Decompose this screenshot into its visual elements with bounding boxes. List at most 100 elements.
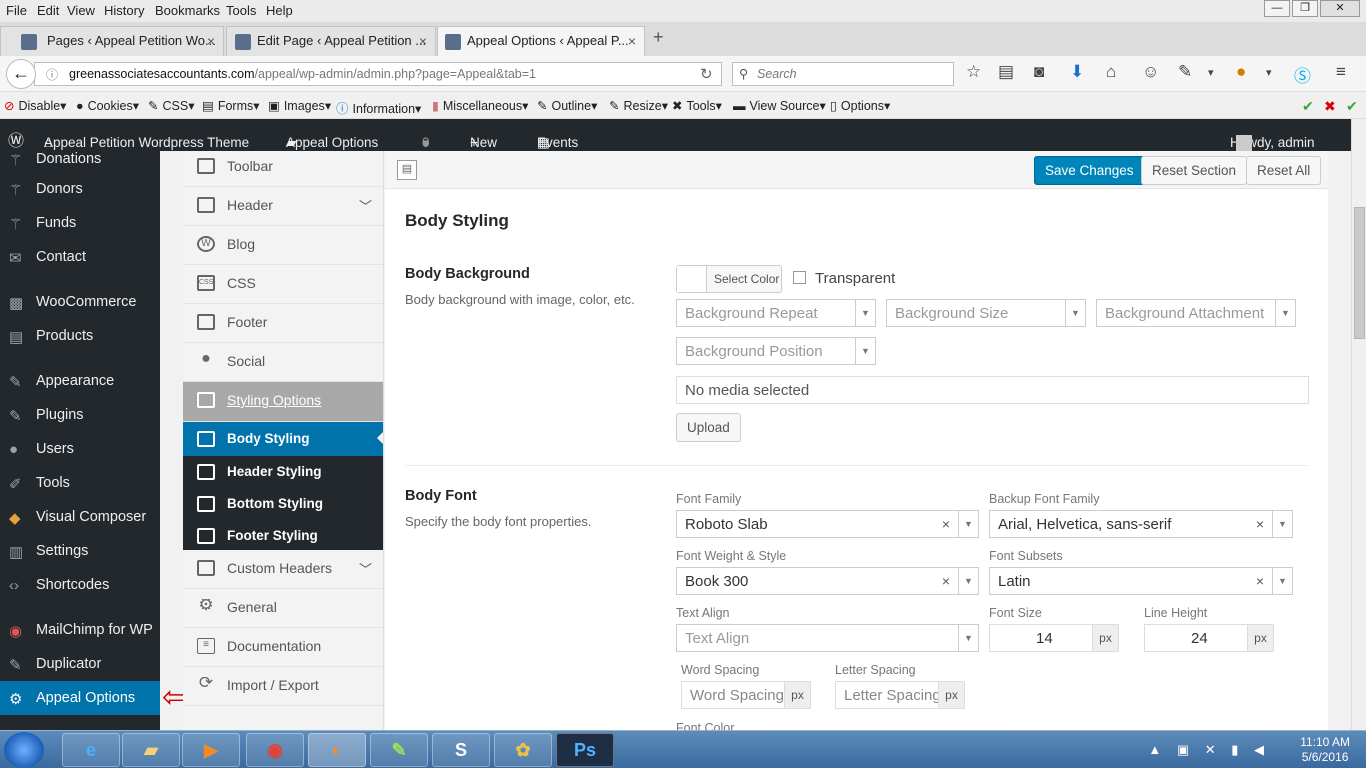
menu-item-mailchimp[interactable]: ◉ MailChimp for WP [0, 613, 160, 647]
font-subsets-select[interactable]: Latin × ▼ [989, 567, 1293, 595]
line-height-input[interactable]: 24 px [1144, 624, 1274, 652]
chat-icon[interactable]: ☺ [1142, 62, 1159, 82]
menu-item-appearance[interactable]: ✎ Appearance [0, 364, 160, 398]
close-window-button[interactable]: ✕ [1320, 0, 1360, 17]
bookmark-star-icon[interactable]: ☆ [966, 62, 981, 82]
menu-item-products[interactable]: ▤ Products [0, 319, 160, 353]
word-spacing-input[interactable]: Word Spacing px [681, 681, 811, 709]
menu-item-visual-composer[interactable]: ◆ Visual Composer [0, 500, 160, 534]
media-url-input[interactable]: No media selected [676, 376, 1309, 404]
letter-spacing-input[interactable]: Letter Spacing px [835, 681, 965, 709]
menu-edit[interactable]: Edit [37, 3, 59, 18]
scrollbar-thumb[interactable] [1354, 207, 1365, 339]
menu-item-plugins[interactable]: ✎ Plugins [0, 398, 160, 432]
search-input[interactable]: ⚲ Search [732, 62, 954, 86]
section-documentation[interactable]: ≡ Documentation [183, 628, 383, 667]
photoshop-icon[interactable]: Ps [556, 733, 614, 767]
section-general[interactable]: ⚙ General [183, 589, 383, 628]
menu-item-contact[interactable]: ✉ Contact [0, 240, 160, 274]
reading-list-icon[interactable]: ▤ [998, 62, 1014, 82]
section-import-export[interactable]: ⟳ Import / Export [183, 667, 383, 706]
font-size-input[interactable]: 14 px [989, 624, 1119, 652]
reset-all-button[interactable]: Reset All [1246, 156, 1322, 185]
menu-item-shortcodes[interactable]: ‹› Shortcodes [0, 568, 160, 602]
close-tab-icon[interactable]: × [207, 33, 215, 49]
menu-item-users[interactable]: ● Users [0, 432, 160, 466]
hamburger-menu-icon[interactable]: ≡ [1336, 62, 1346, 82]
internet-explorer-icon[interactable]: e [62, 733, 120, 767]
dropdown-icon[interactable]: ▾ [1208, 66, 1214, 79]
clock[interactable]: 11:10 AM 5/6/2016 [1300, 735, 1350, 765]
menu-tools[interactable]: Tools [226, 3, 256, 18]
miscellaneous-menu[interactable]: ▮ Miscellaneous▾ [432, 98, 528, 113]
subsection-body-styling[interactable]: Body Styling [183, 422, 383, 456]
forms-menu[interactable]: ▤ Forms▾ [202, 98, 260, 113]
menu-view[interactable]: View [67, 3, 95, 18]
tab-pages[interactable]: Pages ‹ Appeal Petition Wo... × [0, 26, 224, 56]
skype-icon[interactable]: Ⓢ [1294, 62, 1311, 87]
section-css[interactable]: CSS CSS [183, 265, 383, 304]
menu-item-woocommerce[interactable]: ▩ WooCommerce [0, 285, 160, 319]
resize-menu[interactable]: ✎ Resize▾ [609, 98, 668, 113]
images-menu[interactable]: ▣ Images▾ [268, 98, 331, 113]
color-picker-button[interactable]: Select Color [676, 265, 782, 293]
background-attachment-select[interactable]: Background Attachment ▼ [1096, 299, 1296, 327]
background-position-select[interactable]: Background Position ▼ [676, 337, 876, 365]
subsection-bottom-styling[interactable]: Bottom Styling [183, 488, 383, 520]
tab-appeal-options[interactable]: Appeal Options ‹ Appeal P... × [437, 26, 645, 56]
start-button[interactable] [4, 732, 44, 768]
menu-item-appeal-options[interactable]: ⚙ Appeal Options [0, 681, 160, 715]
menu-help[interactable]: Help [266, 3, 293, 18]
extension-icon[interactable]: ✎ [1178, 62, 1192, 82]
options-menu[interactable]: ▯ Options▾ [830, 98, 890, 113]
section-custom-headers[interactable]: Custom Headers ﹀ [183, 550, 383, 589]
file-explorer-icon[interactable]: ▰ [122, 733, 180, 767]
save-changes-button[interactable]: Save Changes [1034, 156, 1145, 185]
section-footer[interactable]: Footer [183, 304, 383, 343]
view-source-menu[interactable]: ▬ View Source▾ [733, 98, 826, 113]
menu-history[interactable]: History [104, 3, 144, 18]
url-bar[interactable]: greenassociatesaccountants.com/appeal/wp… [34, 62, 722, 86]
check-icon[interactable]: ✔ [1346, 98, 1358, 115]
section-blog[interactable]: W Blog [183, 226, 383, 265]
menu-item-settings[interactable]: ▥ Settings [0, 534, 160, 568]
paint-icon[interactable]: ✿ [494, 733, 552, 767]
section-header[interactable]: Header ﹀ [183, 187, 383, 226]
tab-edit-page[interactable]: Edit Page ‹ Appeal Petition ... × [226, 26, 436, 56]
new-tab-button[interactable]: + [653, 27, 664, 48]
menu-file[interactable]: File [6, 3, 27, 18]
backup-font-select[interactable]: Arial, Helvetica, sans-serif × ▼ [989, 510, 1293, 538]
subsection-header-styling[interactable]: Header Styling [183, 456, 383, 488]
notepad-icon[interactable]: ✎ [370, 733, 428, 767]
transparent-checkbox[interactable] [793, 271, 806, 284]
close-tab-icon[interactable]: × [419, 33, 427, 49]
menu-item-funds[interactable]: ⚚ Funds [0, 206, 160, 240]
section-styling-options[interactable]: Styling Options [183, 382, 383, 422]
system-tray[interactable]: ▲ ▣ ✕ ▮ ◀ [1148, 742, 1270, 758]
section-toolbar[interactable]: Toolbar [183, 151, 383, 187]
tools-menu[interactable]: ✖ Tools▾ [672, 98, 722, 113]
css-menu[interactable]: ✎ CSS▾ [148, 98, 194, 113]
dropdown-icon[interactable]: ▾ [1266, 66, 1272, 79]
home-icon[interactable]: ⌂ [1106, 62, 1116, 82]
disable-menu[interactable]: ⊘ Disable▾ [4, 98, 66, 113]
page-scrollbar[interactable] [1351, 119, 1366, 730]
info-icon[interactable]: ⓘ [46, 66, 58, 83]
background-size-select[interactable]: Background Size ▼ [886, 299, 1086, 327]
wordpress-logo-icon[interactable]: Ⓦ [8, 127, 24, 151]
downloads-icon[interactable]: ⬇ [1070, 62, 1084, 82]
expand-options-icon[interactable]: ▤ [397, 160, 417, 180]
menu-bookmarks[interactable]: Bookmarks [155, 3, 220, 18]
reset-section-button[interactable]: Reset Section [1141, 156, 1248, 185]
addon-icon[interactable]: ● [1236, 62, 1246, 82]
background-repeat-select[interactable]: Background Repeat ▼ [676, 299, 876, 327]
information-menu[interactable]: ⓘ Information▾ [336, 98, 421, 117]
firefox-icon[interactable]: ◐ [308, 733, 366, 767]
maximize-button[interactable]: ❐ [1292, 0, 1318, 17]
chrome-icon[interactable]: ◉ [246, 733, 304, 767]
pocket-icon[interactable]: ◙ [1034, 62, 1044, 82]
section-social[interactable]: ● Social [183, 343, 383, 382]
reload-button[interactable]: ↻ [700, 65, 713, 83]
minimize-button[interactable]: — [1264, 0, 1290, 17]
menu-item-tools[interactable]: ✐ Tools [0, 466, 160, 500]
